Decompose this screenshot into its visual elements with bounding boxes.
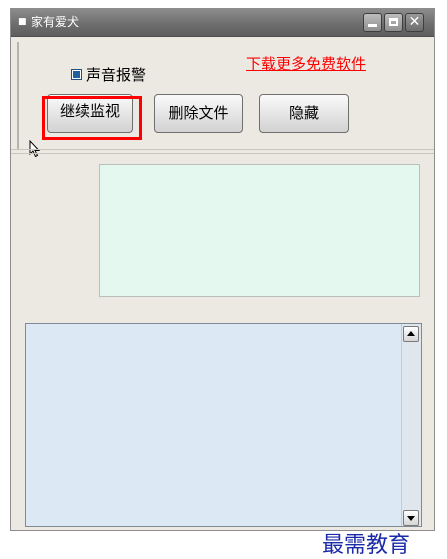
close-button[interactable]: ✕: [405, 13, 424, 32]
close-icon: ✕: [408, 14, 421, 30]
vertical-scrollbar[interactable]: [401, 324, 421, 526]
app-icon: ■: [18, 17, 27, 27]
scroll-down-button[interactable]: [403, 510, 419, 526]
hide-button[interactable]: 隐藏: [259, 94, 349, 133]
sound-alarm-checkbox[interactable]: [71, 69, 82, 80]
maximize-button[interactable]: [384, 13, 403, 32]
monitor-view: [99, 164, 420, 297]
scroll-down-icon: [407, 516, 415, 521]
log-textarea[interactable]: [25, 323, 422, 527]
minimize-button[interactable]: [363, 13, 382, 32]
scroll-up-icon: [407, 331, 415, 336]
app-window: ■ 家有爱犬 ✕ 声音报警 下载更多免费软件 继续监视 删除文件 隐藏: [10, 8, 435, 531]
separator: [11, 153, 434, 154]
title-bar[interactable]: ■ 家有爱犬 ✕: [11, 9, 434, 37]
checkmark-icon: [73, 71, 80, 78]
divider: [17, 42, 19, 149]
separator: [11, 149, 434, 150]
watermark: 最需教育: [322, 533, 411, 558]
scroll-up-button[interactable]: [403, 326, 419, 342]
highlight-box: [42, 96, 142, 140]
sound-alarm-label: 声音报警: [86, 66, 147, 84]
download-more-link[interactable]: 下载更多免费软件: [246, 55, 366, 73]
maximize-icon: [389, 18, 398, 26]
delete-files-button[interactable]: 删除文件: [154, 94, 243, 133]
window-title: 家有爱犬: [31, 15, 80, 29]
minimize-icon: [368, 24, 377, 27]
